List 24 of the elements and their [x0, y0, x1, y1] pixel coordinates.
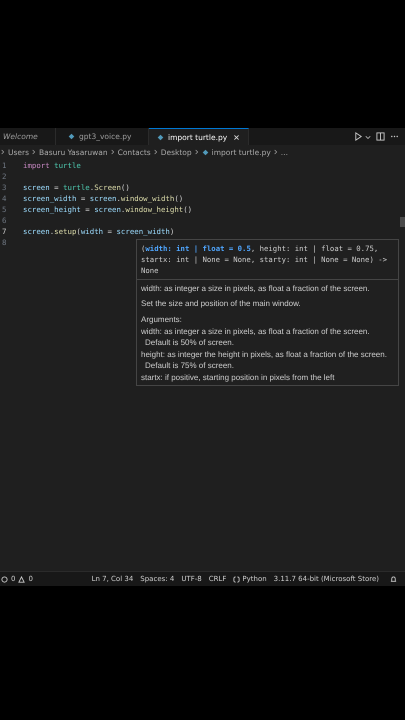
- chevron-right-icon: [194, 149, 199, 155]
- doc-text: width: as integer a size in pixels, as float a fraction of the screen.: [141, 284, 371, 293]
- chevron-down-icon[interactable]: [365, 134, 371, 140]
- run-icon[interactable]: [354, 132, 363, 141]
- error-icon: [1, 576, 8, 582]
- doc-text: width: as integer a size in pixels, as float a fraction of the screen. Default is 50% of screen.: [141, 326, 371, 348]
- python-file-icon: [68, 133, 75, 140]
- close-icon[interactable]: [233, 134, 240, 140]
- split-editor-icon[interactable]: [376, 132, 385, 141]
- doc-heading: Arguments:: [141, 314, 183, 325]
- bell-icon[interactable]: [390, 576, 397, 582]
- chevron-right-icon: [154, 149, 158, 155]
- warning-icon: [18, 576, 26, 582]
- python-file-icon: [157, 134, 164, 140]
- chevron-right-icon: [274, 149, 278, 155]
- chevron-right-icon: [32, 149, 36, 155]
- python-file-icon: [202, 148, 209, 156]
- doc-text: Set the size and position of the main window.: [141, 299, 302, 308]
- doc-text: startx: if positive, starting position in pixels from the left: [141, 372, 336, 383]
- scrollbar-thumb[interactable]: [400, 217, 405, 227]
- braces-icon: [233, 576, 240, 582]
- chevron-right-icon: [1, 149, 5, 155]
- doc-text: height: as integer the height in pixels, as float a fraction of the screen. Default is 75% of screen.: [141, 349, 388, 371]
- chevron-right-icon: [110, 149, 115, 155]
